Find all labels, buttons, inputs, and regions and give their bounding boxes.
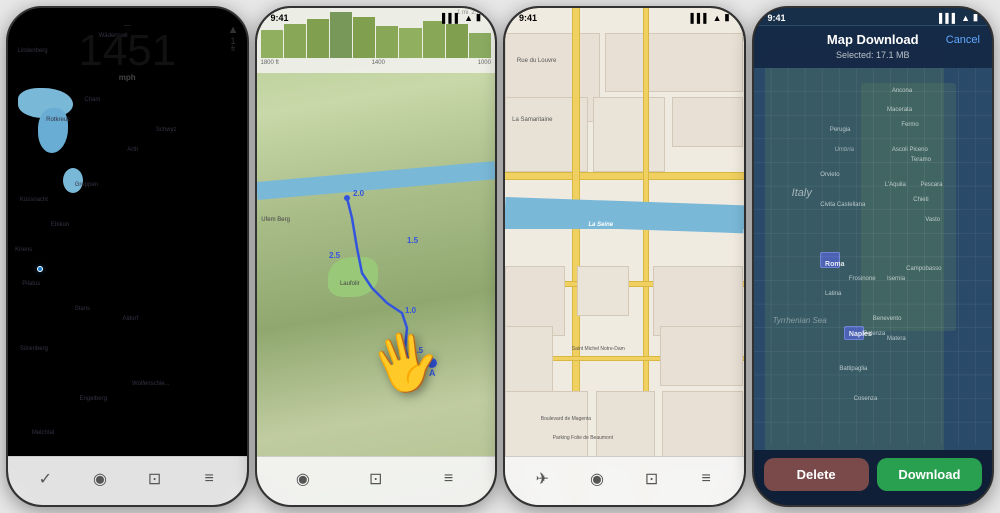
toolbar-camera-icon[interactable]: ◉ (86, 465, 114, 493)
altitude-display: ▲ 1 ft (228, 24, 239, 53)
block-south-2 (577, 266, 629, 316)
block-south-7 (596, 391, 656, 466)
altitude-value: 1 (228, 36, 239, 46)
label-boulevard: Boulevard de Magenta (541, 416, 591, 422)
phone-2: Hinterrein Vorderrein Ufem Berg Laufolir (255, 6, 498, 507)
phone4-map: Ancona Macerata Fermo Perugia Umbria Asc… (754, 8, 993, 505)
phone3-status-bar: 9:41 ▌▌▌ ▲ ▮ (505, 8, 744, 25)
toolbar-menu-icon[interactable]: ≡ (692, 465, 720, 493)
map-label-aldorf: Aldorf (122, 316, 138, 322)
status-time: 9:41 (519, 13, 537, 23)
signal-icon: ▌▌▌ (939, 13, 958, 23)
svg-text:2.5: 2.5 (329, 251, 341, 260)
signal-icon: ▌▌▌ (193, 13, 212, 23)
phone4-bottom-bar: Delete Download (754, 450, 993, 505)
block-south-8 (662, 391, 743, 466)
svg-text:1.5: 1.5 (407, 236, 419, 245)
toolbar-menu-icon[interactable]: ≡ (195, 465, 223, 493)
status-time: 9:41 (271, 13, 289, 23)
signal-icon: ▌▌▌ (442, 13, 461, 23)
speed-value: 1451 (78, 29, 176, 73)
block-south-5 (660, 326, 743, 386)
label-saint-michel: Saint Michel Notre-Dam (572, 346, 625, 352)
battery-icon: ▮ (476, 12, 481, 23)
map-label-greppen: Greppen (75, 182, 98, 188)
phone-4: Ancona Macerata Fermo Perugia Umbria Asc… (752, 6, 995, 507)
phone3-map: Rue du Louvre La Samaritaine La Seine Sa… (505, 8, 744, 505)
wifi-icon: ▲ (216, 13, 225, 23)
phone-3: Rue du Louvre La Samaritaine La Seine Sa… (503, 6, 746, 507)
cancel-button[interactable]: Cancel (946, 34, 980, 46)
signal-icon: ▌▌▌ (690, 13, 709, 23)
map-label-cham: Cham (84, 97, 100, 103)
download-subtitle: Selected: 17.1 MB (766, 50, 981, 60)
toolbar-camera-icon[interactable]: ◉ (583, 465, 611, 493)
altitude-unit: ft (228, 46, 239, 53)
map-label-ebikon: Ebikon (51, 222, 69, 228)
road-yellow-h1 (505, 172, 744, 180)
toolbar-menu-icon[interactable]: ≡ (435, 465, 463, 493)
map-label-sorenberg: Sörenberg (20, 346, 48, 352)
map-label-kussnacht: Küssnacht (20, 197, 48, 203)
phone2-toolbar[interactable]: ◉ ⊡ ≡ (257, 456, 496, 505)
toolbar-layers-icon[interactable]: ⊡ (141, 465, 169, 493)
toolbar-grid-icon[interactable]: ⊡ (638, 465, 666, 493)
phone2-map: Hinterrein Vorderrein Ufem Berg Laufolir (257, 8, 496, 505)
altitude-arrow: ▲ (228, 24, 239, 36)
battery-icon: ▮ (725, 12, 730, 23)
map-label-stans: Stans (75, 306, 90, 312)
map-label-melchtal: Melchtal (32, 430, 54, 436)
phone2-status-bar: 9:41 ▌▌▌ ▲ ▮ (257, 8, 496, 25)
block-5 (672, 97, 744, 147)
grid-svg (754, 68, 993, 446)
phone1-status-bar: 9:41 ▌▌▌ ▲ ▮ (8, 8, 247, 25)
download-button[interactable]: Download (877, 458, 982, 491)
status-icons: ▌▌▌ ▲ ▮ (442, 12, 481, 23)
location-dot (37, 266, 43, 272)
battery-icon: ▮ (973, 12, 978, 23)
phone4-status-bar: 9:41 ▌▌▌ ▲ ▮ (754, 8, 993, 25)
label-rue-louvre: Rue du Louvre (517, 58, 556, 64)
phone4-top-bar: Map Download Selected: 17.1 MB Cancel (754, 26, 993, 68)
map-label-wolfenschie: Wolfenschie... (132, 381, 170, 387)
speed-unit: mph (119, 73, 136, 82)
wifi-icon: ▲ (713, 13, 722, 23)
status-icons: ▌▌▌ ▲ ▮ (690, 12, 729, 23)
route-svg: 2.0 2.5 1.5 1.0 0.5 A (257, 8, 496, 505)
map-label-kriens: Kriens (15, 247, 32, 253)
block-4 (593, 97, 665, 172)
speed-overlay: — 1451 mph (8, 22, 247, 82)
toolbar-camera-icon[interactable]: ◉ (289, 465, 317, 493)
status-time: 9:41 (22, 13, 40, 23)
block-2 (605, 33, 743, 93)
seine-river-2 (505, 207, 744, 229)
toolbar-location-icon[interactable]: ✈ (528, 465, 556, 493)
map-label-engelberg: Engelberg (80, 396, 107, 402)
map-label-pilatus: Pilatus (22, 281, 40, 287)
block-south-6 (505, 391, 588, 466)
phone1-toolbar[interactable]: ✓ ◉ ⊡ ≡ (8, 456, 247, 505)
label-seine: La Seine (588, 222, 613, 228)
phone-1: Lindenberg Wädenswil Cham Rotkreuz Küssn… (6, 6, 249, 507)
wifi-icon: ▲ (464, 13, 473, 23)
block-south-4 (505, 326, 553, 401)
delete-button[interactable]: Delete (764, 458, 869, 491)
phone3-toolbar[interactable]: ✈ ◉ ⊡ ≡ (505, 456, 744, 505)
map-label-rotkreuz: Rotkreuz (46, 117, 70, 123)
grid-container (754, 68, 993, 446)
map-label-schwyz: Schwyz (156, 127, 177, 133)
svg-text:1.0: 1.0 (405, 306, 417, 315)
map-label-arth: Arth (127, 147, 138, 153)
toolbar-grid-icon[interactable]: ⊡ (362, 465, 390, 493)
toolbar-check-icon[interactable]: ✓ (31, 465, 59, 493)
wifi-icon: ▲ (961, 13, 970, 23)
battery-icon: ▮ (228, 12, 233, 23)
label-parking: Parking Folie de Beaumont (553, 435, 613, 441)
status-time: 9:41 (768, 13, 786, 23)
label-samaritaine: La Samaritaine (512, 117, 552, 123)
status-icons: ▌▌▌ ▲ ▮ (193, 12, 232, 23)
status-icons: ▌▌▌ ▲ ▮ (939, 12, 978, 23)
svg-text:2.0: 2.0 (353, 189, 365, 198)
